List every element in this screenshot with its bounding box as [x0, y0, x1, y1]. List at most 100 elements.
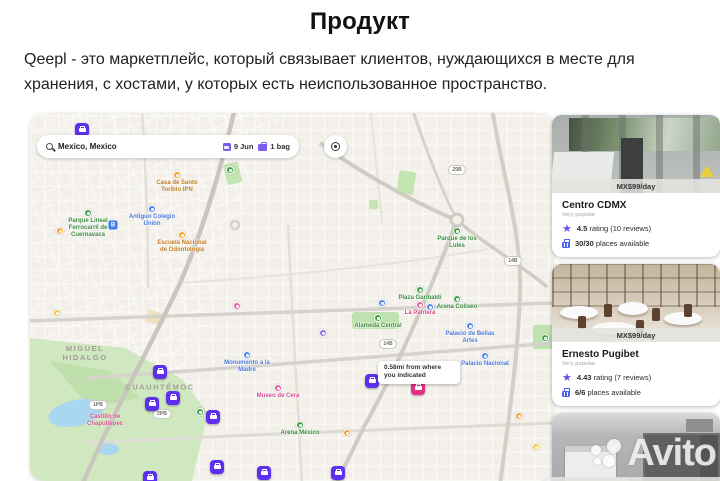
bags-chip[interactable]: 1 bag [258, 141, 290, 151]
listing-title: Centro CDMX [562, 200, 627, 211]
poi-marker[interactable] [378, 299, 386, 307]
poi-label: La Pantera [404, 310, 436, 316]
bag-icon [78, 125, 86, 133]
availability-row: 6/6 places available [562, 388, 710, 397]
poi-marker[interactable] [56, 227, 64, 235]
poi-marker[interactable]: Museo de Cera [257, 384, 299, 399]
poi-marker[interactable] [515, 412, 523, 420]
bag-icon [258, 141, 268, 151]
qeepl-storage-marker[interactable] [153, 365, 167, 379]
bag-icon [414, 383, 422, 391]
poi-marker[interactable]: Arena México [280, 421, 320, 436]
metro-station-marker[interactable]: B [108, 220, 118, 230]
rating-row: ★ 4.5 rating (10 reviews) [562, 222, 652, 235]
poi-marker[interactable] [53, 309, 61, 317]
qeepl-storage-marker[interactable] [206, 410, 220, 424]
poi-label: Alameda Central [354, 323, 402, 329]
poi-marker[interactable]: Palacio Nacional [461, 352, 509, 367]
qeepl-storage-marker[interactable] [210, 460, 224, 474]
listing-card[interactable]: MX$99/day Niños Héroes Very popular ★ 5 … [552, 413, 720, 481]
page-title: Продукт [309, 8, 411, 35]
poi-label: Palacio de Bellas Artes [445, 331, 495, 344]
qeepl-storage-marker[interactable] [143, 471, 157, 481]
poi-marker[interactable] [532, 443, 540, 451]
listing-card[interactable]: MX$99/day Centro CDMX Very popular ★ 4.5… [552, 115, 720, 257]
search-input[interactable]: Mexico, Mexico [58, 142, 218, 151]
poi-label: Parque Lineal Ferrocarril de Cuernavaca [68, 218, 108, 238]
search-bar[interactable]: Mexico, Mexico 9 Jun 1 bag [37, 135, 299, 158]
warning-sign [700, 165, 714, 177]
poi-marker[interactable]: Palacio de Bellas Artes [445, 322, 495, 344]
highway-shield: 14B [378, 339, 398, 349]
poi-marker[interactable]: La Pantera [405, 301, 435, 316]
district-label: CUAUHTÉMOC [125, 382, 195, 392]
district-label: MIGUEL HIDALGO [62, 344, 108, 362]
poi-marker[interactable] [319, 329, 327, 337]
bag-icon [146, 473, 154, 481]
poi-label: Monumento a la Madre [224, 360, 270, 373]
price-badge: MX$99/day [552, 328, 720, 342]
poi-label: Museo de Cera [256, 393, 300, 399]
bag-icon [368, 376, 376, 384]
bags-value: 1 bag [270, 142, 290, 151]
qeepl-storage-marker[interactable] [365, 374, 379, 388]
poi-label: Casa de Santo Toribio IPN [156, 180, 198, 193]
poi-marker[interactable]: Arena Coliseo [437, 295, 477, 310]
poi-marker[interactable]: Escuela Nacional de Odontología [157, 231, 207, 253]
qeepl-storage-marker[interactable] [257, 466, 271, 480]
listing-photo: MX$99/day [552, 115, 720, 193]
poi-label: Palacio Nacional [461, 361, 509, 367]
bag-icon [156, 367, 164, 375]
map-marker-layer: Casa de Santo Toribio IPN Parque Lineal F… [30, 113, 553, 481]
locate-icon [331, 142, 340, 151]
poi-marker[interactable]: Monumento a la Madre [224, 351, 270, 373]
highway-shield: 29B [447, 165, 467, 175]
poi-marker[interactable]: Parque de los Lules [437, 227, 477, 249]
star-icon: ★ [562, 371, 572, 384]
bag-icon [169, 393, 177, 401]
poi-marker[interactable] [226, 166, 234, 174]
qeepl-storage-marker[interactable] [166, 391, 180, 405]
bag-icon [209, 412, 217, 420]
park-poi-label: Castillo de Chapultepec [86, 414, 123, 427]
locate-button[interactable] [324, 135, 347, 158]
poi-marker[interactable]: Plaza Garibaldi [398, 286, 442, 301]
page: Продукт Qeepl - это маркетплейс, который… [0, 0, 720, 481]
qeepl-storage-marker[interactable] [145, 397, 159, 411]
poi-marker[interactable] [541, 334, 549, 342]
availability-row: 30/30 places available [562, 239, 710, 248]
listing-photo: MX$99/day [552, 264, 720, 342]
listing-photo: MX$99/day [552, 413, 720, 481]
poi-marker[interactable] [343, 429, 351, 437]
luggage-icon [562, 388, 570, 397]
rating-row: ★ 4.43 rating (7 reviews) [562, 371, 652, 384]
highway-shield: 1PB [88, 400, 108, 410]
price-badge: MX$99/day [552, 477, 720, 481]
poi-label: Escuela Nacional de Odontología [157, 240, 207, 253]
star-icon: ★ [562, 222, 572, 235]
calendar-icon [222, 142, 231, 151]
highway-shield: 14B [503, 256, 523, 266]
poi-label: Parque de los Lules [437, 236, 477, 249]
listing-card[interactable]: MX$99/day Ernesto Pugibet Very popular ★… [552, 264, 720, 406]
search-icon [46, 143, 53, 150]
date-value: 9 Jun [233, 142, 254, 151]
listings-sidebar: MX$99/day Centro CDMX Very popular ★ 4.5… [552, 115, 720, 481]
poi-label: Antiguo Colegio Unión [128, 214, 176, 227]
poi-marker[interactable]: Antiguo Colegio Unión [129, 205, 175, 227]
bag-icon [334, 468, 342, 476]
bag-icon [213, 462, 221, 470]
poi-label: Arena México [280, 430, 320, 436]
map-canvas[interactable]: Casa de Santo Toribio IPN Parque Lineal F… [30, 113, 553, 481]
qeepl-storage-marker[interactable] [331, 466, 345, 480]
poi-marker[interactable]: Parque Lineal Ferrocarril de Cuernavaca [68, 209, 108, 238]
poi-marker[interactable] [233, 302, 241, 310]
luggage-icon [562, 239, 570, 248]
poi-marker[interactable]: Casa de Santo Toribio IPN [156, 171, 198, 193]
poi-marker[interactable] [196, 408, 204, 416]
date-chip[interactable]: 9 Jun [222, 142, 254, 151]
distance-tooltip: 0.58mi from where you indicated [378, 361, 460, 384]
listing-tag: Very popular [562, 361, 596, 367]
poi-marker[interactable]: Alameda Central [354, 314, 402, 329]
listing-title: Ernesto Pugibet [562, 349, 639, 360]
